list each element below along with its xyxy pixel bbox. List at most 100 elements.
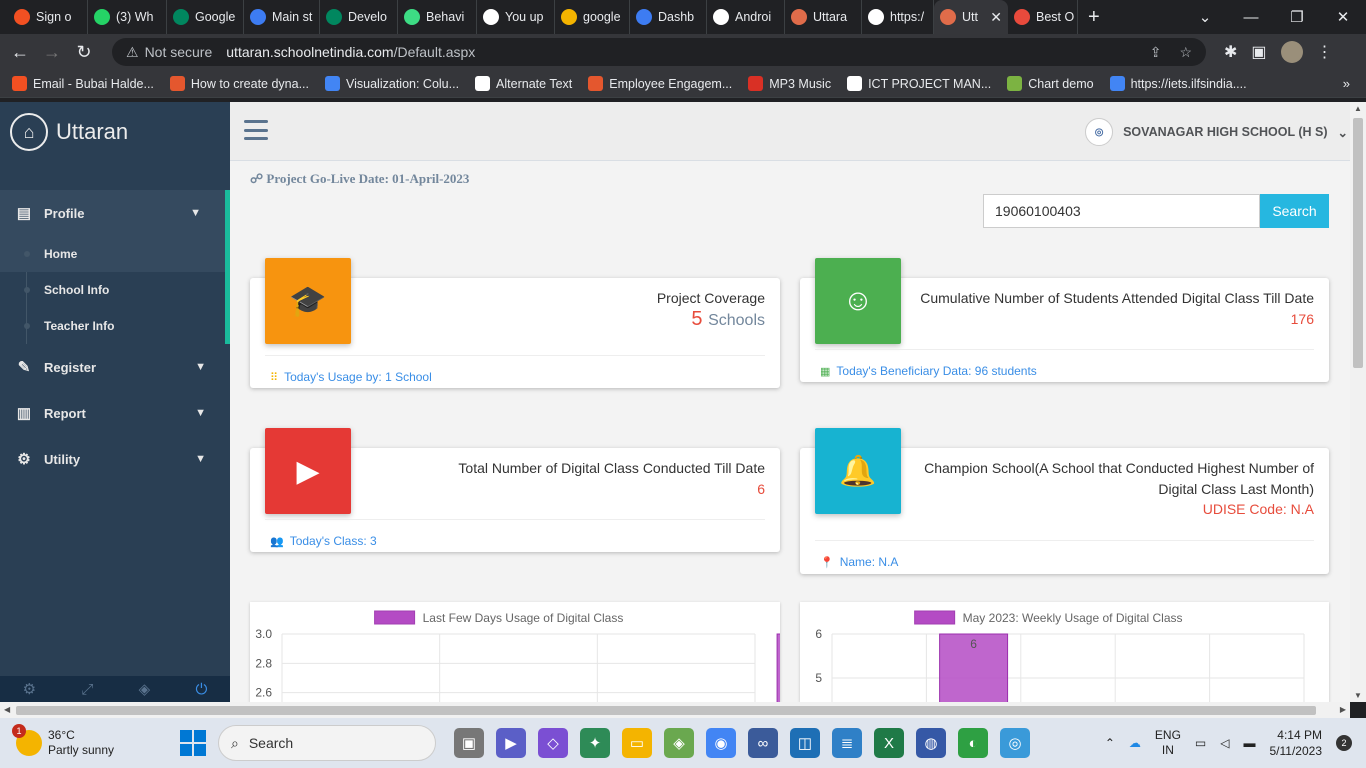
notification-badge[interactable]: 2	[1336, 735, 1352, 751]
visual-studio-icon[interactable]: ◇	[538, 728, 568, 758]
volume-icon[interactable]: ◁	[1220, 736, 1229, 750]
reload-button[interactable]: ↻	[68, 42, 100, 63]
menu-toggle-icon[interactable]	[244, 120, 268, 140]
browser-menu-icon[interactable]: ⋮	[1317, 42, 1333, 62]
battery-icon[interactable]: ▬	[1244, 736, 1256, 750]
submenu-teacher-info[interactable]: Teacher Info	[0, 308, 225, 344]
classes-footer[interactable]: 👥 Today's Class: 3	[270, 534, 377, 548]
side-panel-icon[interactable]: ▣	[1251, 42, 1266, 62]
bookmark-item[interactable]: Alternate Text	[475, 76, 572, 91]
teams-icon[interactable]: ▶	[496, 728, 526, 758]
back-button[interactable]: ←	[4, 42, 36, 63]
notepad-icon[interactable]: ≣	[832, 728, 862, 758]
logout-power-icon[interactable]: ⏻	[195, 681, 207, 698]
app-icon[interactable]: ◎	[1000, 728, 1030, 758]
clock[interactable]: 4:14 PM 5/11/2023	[1270, 727, 1323, 759]
browser-tab[interactable]: You up	[477, 0, 555, 34]
browser-tab[interactable]: Utt ✕	[934, 0, 1008, 34]
app-icon[interactable]: ◫	[790, 728, 820, 758]
bookmark-star-icon[interactable]: ☆	[1179, 44, 1192, 61]
school-dropdown[interactable]: ◎ SOVANAGAR HIGH SCHOOL (H S) ⌄	[1085, 118, 1348, 146]
minimize-button[interactable]: —	[1228, 9, 1274, 26]
vertical-scrollbar[interactable]: ▲ ▼	[1350, 102, 1366, 702]
scroll-up-icon[interactable]: ▲	[1354, 104, 1362, 113]
tab-label: Androi	[735, 10, 772, 24]
browser-tab[interactable]: Best O	[1008, 0, 1078, 34]
search-button[interactable]: Search	[1260, 194, 1329, 228]
browser-tab[interactable]: https:/	[862, 0, 934, 34]
chevron-up-icon[interactable]: ⌃	[1105, 736, 1115, 750]
maximize-button[interactable]: ❐	[1274, 8, 1320, 26]
horizontal-scrollbar[interactable]: ◀ ▶	[0, 702, 1350, 718]
excel-icon[interactable]: X	[874, 728, 904, 758]
menu-profile[interactable]: ▤ Profile ▼	[0, 190, 230, 236]
coverage-footer[interactable]: ⠿ Today's Usage by: 1 School	[270, 370, 432, 384]
file-explorer-icon[interactable]: ▭	[622, 728, 652, 758]
app-icon[interactable]: ◈	[664, 728, 694, 758]
app-icon[interactable]: ◍	[916, 728, 946, 758]
tab-search-icon[interactable]: ⌄	[1182, 8, 1228, 26]
grid-icon: ⠿	[270, 371, 279, 384]
browser-tab[interactable]: Develo	[320, 0, 398, 34]
bookmark-item[interactable]: Visualization: Colu...	[325, 76, 459, 91]
students-footer[interactable]: ▦ Today's Beneficiary Data: 96 students	[820, 364, 1037, 378]
settings-icon[interactable]: ⚙	[23, 680, 36, 698]
submenu-home[interactable]: Home	[0, 236, 225, 272]
onedrive-icon[interactable]: ☁	[1129, 736, 1141, 750]
browser-tab[interactable]: Androi	[707, 0, 785, 34]
weather-widget[interactable]: 1 36°C Partly sunny	[0, 724, 180, 758]
forward-button[interactable]: →	[36, 42, 68, 63]
classes-value: 6	[757, 481, 765, 497]
extensions-icon[interactable]: ✱	[1224, 42, 1237, 62]
more-bookmarks-icon[interactable]: »	[1343, 76, 1350, 91]
submenu-school-info[interactable]: School Info	[0, 272, 225, 308]
browser-tab[interactable]: google	[555, 0, 630, 34]
bookmark-item[interactable]: How to create dyna...	[169, 76, 309, 91]
browser-tab[interactable]: Uttara	[785, 0, 862, 34]
browser-tab[interactable]: Dashb	[630, 0, 707, 34]
browser-tab[interactable]: Behavi	[398, 0, 477, 34]
scroll-down-icon[interactable]: ▼	[1354, 691, 1362, 700]
browser-tab[interactable]: Main st	[244, 0, 320, 34]
scroll-thumb[interactable]	[16, 706, 1316, 715]
omnibox[interactable]: ⚠ Not secure uttaran.schoolnetindia.com …	[112, 38, 1206, 66]
warning-icon[interactable]: ⚠	[126, 44, 139, 61]
android-studio-icon[interactable]: ◐	[958, 728, 988, 758]
app-icon[interactable]: ✦	[580, 728, 610, 758]
champion-footer[interactable]: 📍 Name: N.A	[820, 555, 898, 569]
language-indicator[interactable]: ENG IN	[1155, 728, 1181, 758]
brand[interactable]: ⌂ Uttaran	[0, 102, 230, 162]
map-pin-icon: 📍	[820, 556, 834, 569]
share-icon[interactable]: ⇪	[1150, 44, 1162, 61]
bookmark-item[interactable]: MP3 Music	[748, 76, 831, 91]
menu-report[interactable]: ▥ Report ▼	[0, 390, 230, 436]
bookmark-item[interactable]: Employee Engagem...	[588, 76, 732, 91]
menu-register[interactable]: ✎ Register ▼	[0, 344, 230, 390]
profile-avatar[interactable]	[1280, 41, 1303, 63]
browser-tab[interactable]: (3) Wh	[88, 0, 167, 34]
fullscreen-icon[interactable]: ⤢	[81, 681, 93, 698]
close-window-button[interactable]: ✕	[1320, 8, 1366, 26]
scroll-thumb[interactable]	[1353, 118, 1363, 368]
scroll-right-icon[interactable]: ▶	[1340, 705, 1346, 714]
clock-time: 4:14 PM	[1277, 728, 1322, 742]
chrome-icon[interactable]: ◉	[706, 728, 736, 758]
bookmark-item[interactable]: https://iets.ilfsindia....	[1109, 76, 1247, 91]
taskbar-search[interactable]: ⌕ Search	[218, 725, 436, 761]
bookmark-item[interactable]: Chart demo	[1007, 76, 1094, 91]
task-view-icon[interactable]: ▣	[454, 728, 484, 758]
bookmark-item[interactable]: ICT PROJECT MAN...	[847, 76, 991, 91]
not-secure-label[interactable]: Not secure	[145, 44, 213, 60]
display-icon[interactable]: ▭	[1195, 736, 1206, 750]
hide-icon[interactable]: ◈	[139, 680, 151, 698]
bookmark-item[interactable]: Email - Bubai Halde...	[12, 76, 154, 91]
scroll-left-icon[interactable]: ◀	[4, 705, 10, 714]
close-tab-icon[interactable]: ✕	[990, 9, 1002, 26]
menu-utility[interactable]: ⚙ Utility ▼	[0, 436, 230, 482]
browser-tab[interactable]: Google	[167, 0, 244, 34]
new-tab-button[interactable]: +	[1088, 6, 1100, 29]
browser-tab[interactable]: Sign o	[8, 0, 88, 34]
start-button[interactable]	[180, 730, 206, 756]
app-icon[interactable]: ∞	[748, 728, 778, 758]
search-input[interactable]: 19060100403	[983, 194, 1260, 228]
